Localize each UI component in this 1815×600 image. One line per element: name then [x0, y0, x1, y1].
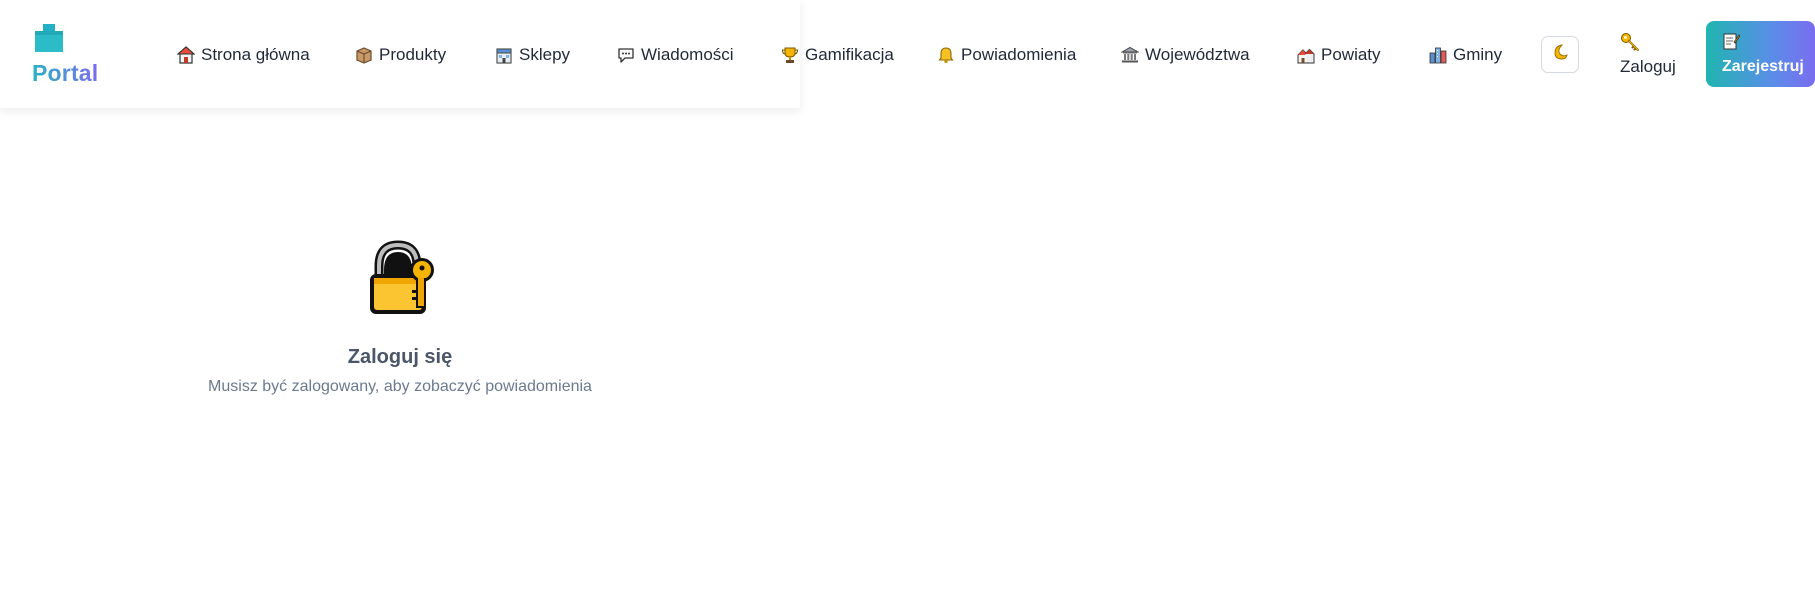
empty-state-description: Musisz być zalogowany, aby zobaczyć powi…: [208, 378, 592, 395]
nav-item-wojewodztwa[interactable]: Województwa: [1121, 44, 1250, 66]
nav-label: Gamifikacja: [805, 45, 894, 64]
nav-item-strona-glowna[interactable]: Strona główna: [177, 44, 310, 66]
bell-icon: [937, 46, 955, 64]
nav-label: Sklepy: [519, 45, 571, 64]
nav-label: Produkty: [379, 45, 447, 64]
lock-with-key-icon: [360, 240, 440, 320]
nav-label: Powiaty: [1321, 45, 1381, 64]
nav-item-produkty[interactable]: Produkty: [355, 44, 446, 66]
nav-label: Województwa: [1145, 45, 1250, 64]
building-icon: [34, 24, 64, 52]
house-icon: [177, 46, 195, 64]
nav-label: Wiadomości: [641, 45, 734, 64]
trophy-icon: [781, 46, 799, 64]
register-button[interactable]: Zarejestruj: [1706, 21, 1815, 87]
nav-item-wiadomosci[interactable]: Wiadomości: [617, 44, 734, 66]
top-navigation: Portal Strona główna Produkty Sklepy Wia…: [0, 0, 1815, 108]
nav-label: Gminy: [1453, 45, 1503, 64]
speech-bubble-icon: [617, 46, 635, 64]
nav-label: Strona główna: [201, 45, 310, 64]
classical-building-icon: [1121, 46, 1139, 64]
nav-label: Powiadomienia: [961, 45, 1077, 64]
login-link[interactable]: Zaloguj: [1612, 30, 1682, 80]
houses-icon: [1297, 46, 1315, 64]
nav-item-powiaty[interactable]: Powiaty: [1297, 44, 1381, 66]
logo-text: Portal: [32, 60, 99, 86]
nav-item-gminy[interactable]: Gminy: [1429, 44, 1502, 66]
register-label: Zarejestruj: [1722, 58, 1804, 75]
login-label: Zaloguj: [1620, 57, 1676, 76]
nav-item-gamifikacja[interactable]: Gamifikacja: [781, 44, 894, 66]
nav-item-sklepy[interactable]: Sklepy: [495, 44, 570, 66]
login-required-empty-state: Zaloguj się Musisz być zalogowany, aby z…: [200, 240, 600, 400]
theme-toggle-button[interactable]: [1541, 36, 1579, 73]
key-icon: [1620, 32, 1640, 57]
moon-icon: [1551, 43, 1569, 66]
cityscape-icon: [1429, 46, 1447, 64]
store-icon: [495, 46, 513, 64]
empty-state-title: Zaloguj się: [347, 346, 453, 368]
package-icon: [355, 46, 373, 64]
memo-icon: [1722, 32, 1741, 55]
logo[interactable]: Portal: [32, 20, 112, 90]
nav-item-powiadomienia[interactable]: Powiadomienia: [937, 44, 1076, 66]
